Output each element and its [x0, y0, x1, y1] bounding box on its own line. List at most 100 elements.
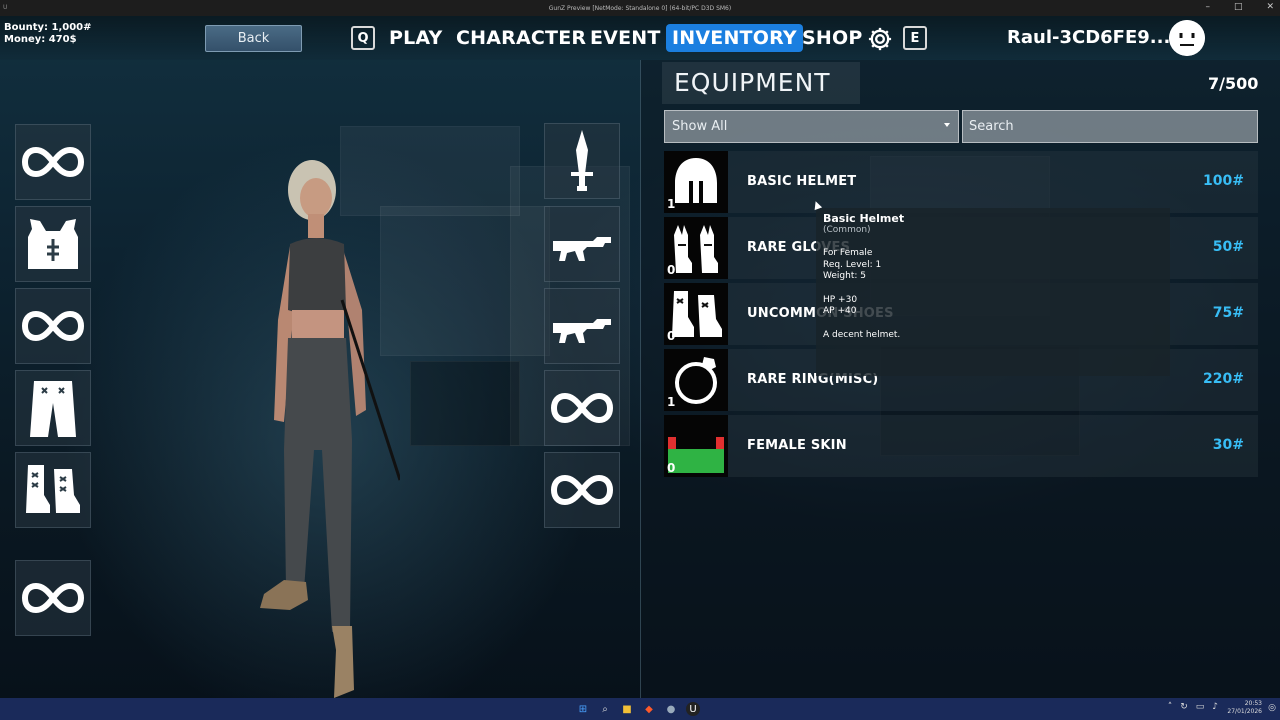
- window-titlebar: U GunZ Preview [NetMode: Standalone 0] (…: [0, 0, 1280, 16]
- slot-head[interactable]: [15, 124, 91, 200]
- taskbar-clock[interactable]: 20:53 27/01/2026: [1227, 700, 1262, 716]
- os-taskbar: ⊞ ⌕ ■ ◆ ● U ˄ ↻ ▭ ♪ 20:53 27/01/2026 ◎: [0, 698, 1280, 720]
- back-button[interactable]: Back: [205, 25, 302, 52]
- search-icon[interactable]: ⌕: [598, 702, 612, 716]
- q-key-hint: Q: [351, 26, 375, 50]
- item-price: 220#: [1203, 371, 1244, 387]
- nav-play[interactable]: PLAY: [389, 24, 442, 52]
- close-icon[interactable]: ✕: [1266, 2, 1274, 12]
- dagger-icon: [571, 130, 593, 191]
- minimize-icon[interactable]: –: [1205, 2, 1210, 12]
- item-qty: 0: [667, 263, 676, 277]
- chevron-up-icon[interactable]: ˄: [1168, 702, 1173, 712]
- infinity-icon: [21, 310, 85, 342]
- nav-inventory[interactable]: INVENTORY: [666, 24, 803, 52]
- app-icon[interactable]: ●: [664, 702, 678, 716]
- infinity-icon: [21, 146, 85, 178]
- slot-melee[interactable]: [544, 123, 620, 199]
- item-icon-box: 0: [664, 217, 728, 279]
- tooltip-ap: AP +40: [823, 306, 857, 316]
- slot-extra[interactable]: [15, 560, 91, 636]
- e-key-hint: E: [903, 26, 927, 50]
- volume-icon[interactable]: ♪: [1212, 702, 1218, 712]
- top-bar: Bounty: 1,000# Money: 470$ Back Q PLAY C…: [0, 16, 1280, 60]
- helmet-icon: [675, 158, 717, 203]
- bg-bench: [410, 361, 520, 446]
- tooltip-name: Basic Helmet: [823, 212, 905, 225]
- system-tray: ˄ ↻ ▭ ♪: [1168, 702, 1218, 712]
- taskbar-apps: ⊞ ⌕ ■ ◆ ● U: [576, 702, 700, 716]
- bounty-label: Bounty: 1,000#: [4, 22, 92, 33]
- item-icon-box: 0: [664, 415, 728, 477]
- item-price: 50#: [1212, 239, 1244, 255]
- filter-dropdown[interactable]: Show All: [664, 110, 959, 143]
- sync-icon[interactable]: ↻: [1180, 702, 1188, 712]
- pants-icon: [30, 381, 76, 437]
- windows-start-icon[interactable]: ⊞: [576, 702, 590, 716]
- slot-legs[interactable]: [15, 370, 91, 446]
- equipment-title: EQUIPMENT: [674, 68, 831, 97]
- tooltip-gender: For Female: [823, 248, 873, 258]
- boots-icon: [26, 465, 80, 513]
- item-qty: 0: [667, 329, 676, 343]
- item-qty: 1: [667, 395, 676, 409]
- slot-item-1[interactable]: [544, 370, 620, 446]
- window-title: GunZ Preview [NetMode: Standalone 0] (64…: [548, 4, 732, 12]
- item-icon-box: 1: [664, 151, 728, 213]
- infinity-icon: [21, 582, 85, 614]
- search-input[interactable]: [962, 110, 1258, 143]
- rifle-icon: [553, 319, 611, 343]
- app-icon: U: [3, 4, 8, 11]
- slot-feet[interactable]: [15, 452, 91, 528]
- tooltip-rarity: (Common): [823, 224, 871, 235]
- slot-primary[interactable]: [544, 206, 620, 282]
- item-row[interactable]: 0 FEMALE SKIN 30#: [664, 415, 1258, 477]
- item-price: 30#: [1212, 437, 1244, 453]
- item-icon-box: 0: [664, 283, 728, 345]
- item-name: FEMALE SKIN: [747, 438, 847, 453]
- gloves-icon: [674, 225, 718, 273]
- rifle-icon: [553, 237, 611, 261]
- nav-shop[interactable]: SHOP: [802, 24, 862, 52]
- game-viewport: Bounty: 1,000# Money: 470$ Back Q PLAY C…: [0, 16, 1280, 698]
- character-model: [260, 160, 400, 698]
- filter-selected: Show All: [672, 119, 728, 134]
- infinity-icon: [550, 474, 614, 506]
- player-stats: Bounty: 1,000# Money: 470$: [4, 22, 92, 46]
- item-qty: 0: [667, 461, 676, 475]
- ring-icon: [675, 357, 717, 404]
- network-icon[interactable]: ▭: [1196, 702, 1205, 712]
- folder-icon[interactable]: ■: [620, 702, 634, 716]
- username-label: Raul-3CD6FE9....: [1007, 27, 1178, 48]
- avatar-icon[interactable]: [1169, 20, 1205, 56]
- tooltip-weight: Weight: 5: [823, 271, 866, 281]
- chevron-down-icon: [944, 123, 950, 127]
- clock-date: 27/01/2026: [1227, 708, 1262, 715]
- item-price: 100#: [1203, 173, 1244, 189]
- item-qty: 1: [667, 197, 676, 211]
- window-controls: – □ ✕: [1205, 2, 1274, 12]
- nav-event[interactable]: EVENT: [590, 24, 661, 52]
- tooltip-description: A decent helmet.: [823, 329, 901, 340]
- tooltip-req-level: Req. Level: 1: [823, 259, 882, 270]
- nav-character[interactable]: CHARACTER: [456, 24, 586, 52]
- gear-icon[interactable]: [866, 25, 894, 53]
- item-row[interactable]: 1 BASIC HELMET 100#: [664, 151, 1258, 213]
- unreal-icon[interactable]: U: [686, 702, 700, 716]
- slot-chest[interactable]: [15, 206, 91, 282]
- browser-icon[interactable]: ◆: [642, 702, 656, 716]
- item-name: BASIC HELMET: [747, 174, 857, 189]
- shoes-icon: [672, 291, 722, 337]
- skin-icon: [668, 437, 724, 473]
- money-label: Money: 470$: [4, 34, 77, 45]
- tooltip-hp: HP +30: [823, 294, 858, 305]
- vest-icon: [28, 219, 78, 269]
- slot-hands[interactable]: [15, 288, 91, 364]
- item-icon-box: 1: [664, 349, 728, 411]
- clock-time: 20:53: [1244, 700, 1262, 707]
- notification-icon[interactable]: ◎: [1268, 703, 1276, 713]
- maximize-icon[interactable]: □: [1234, 2, 1243, 12]
- equipment-count: 7/500: [1208, 74, 1259, 93]
- slot-secondary[interactable]: [544, 288, 620, 364]
- slot-item-2[interactable]: [544, 452, 620, 528]
